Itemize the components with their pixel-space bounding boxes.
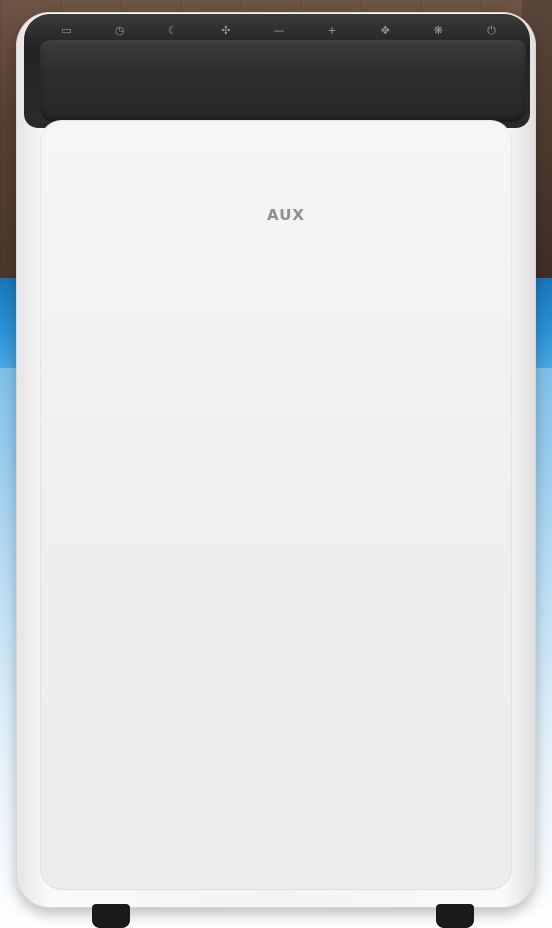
fan-icon[interactable]: ❋ bbox=[429, 22, 447, 40]
caster-wheel-right bbox=[436, 904, 474, 928]
mode-icon[interactable]: ▭ bbox=[58, 22, 76, 40]
brand-logo: AUX bbox=[267, 206, 305, 224]
control-panel: ▭ ◷ ☾ ✣ — + ✥ ❋ ⏻ bbox=[40, 22, 518, 40]
caster-wheel-left bbox=[92, 904, 130, 928]
minus-icon[interactable]: — bbox=[270, 22, 288, 40]
timer-icon[interactable]: ◷ bbox=[111, 22, 129, 40]
swing-icon[interactable]: ✥ bbox=[376, 22, 394, 40]
plus-icon[interactable]: + bbox=[323, 22, 341, 40]
front-panel bbox=[40, 120, 512, 890]
power-icon[interactable]: ⏻ bbox=[482, 22, 500, 40]
air-outlet-grille bbox=[40, 40, 526, 122]
sleep-icon[interactable]: ☾ bbox=[164, 22, 182, 40]
fan-speed-icon[interactable]: ✣ bbox=[217, 22, 235, 40]
